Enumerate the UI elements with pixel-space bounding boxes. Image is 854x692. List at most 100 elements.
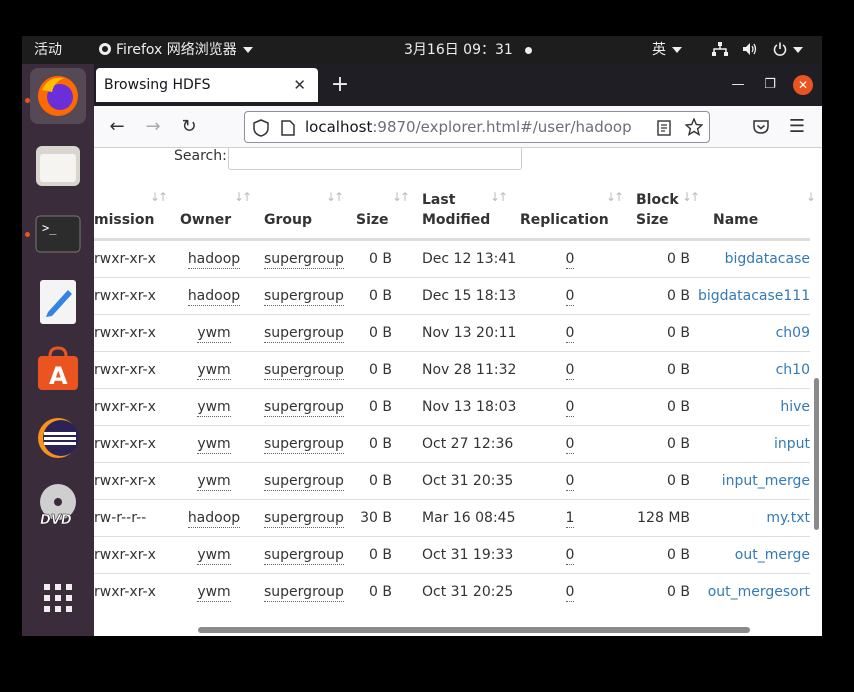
reload-button[interactable]: ↻: [178, 116, 200, 138]
clock-text: 3月16日 09：31: [404, 42, 513, 58]
reader-view-icon[interactable]: [657, 120, 671, 136]
file-name-link[interactable]: bigdatacase111: [698, 288, 810, 304]
file-name-link[interactable]: input_merge: [722, 473, 810, 489]
sort-icon[interactable]: ↓↑: [234, 190, 252, 204]
col-header-size[interactable]: Size: [356, 210, 389, 230]
cell-size: 0 B: [356, 352, 392, 389]
cell-name: input: [698, 426, 810, 463]
power-icon: [773, 42, 787, 56]
col-header-owner[interactable]: Owner: [180, 210, 231, 230]
col-header-block-size-line2[interactable]: Size: [636, 210, 669, 230]
file-name-link[interactable]: ch10: [776, 362, 810, 378]
input-method-menu[interactable]: 英: [652, 36, 682, 64]
new-tab-button[interactable]: +: [328, 64, 352, 106]
cell-modified: Mar 16 08:45: [422, 500, 515, 537]
cell-size: 0 B: [356, 389, 392, 426]
cell-permission: rwxr-xr-x: [94, 574, 156, 611]
replication-text: 0: [565, 436, 575, 454]
cell-owner: ywm: [184, 315, 244, 352]
file-name-link[interactable]: bigdatacase: [725, 251, 810, 267]
cell-size: 0 B: [356, 278, 392, 315]
cell-replication: 0: [560, 315, 580, 352]
table-row: rw-r--r-- hadoop supergroup 30 B Mar 16 …: [94, 499, 810, 536]
permission-text: rwxr-xr-x: [94, 362, 156, 378]
url-bar[interactable]: localhost:9870/explorer.html#/user/hadoo…: [244, 111, 710, 143]
col-header-last-modified-line2[interactable]: Modified: [422, 210, 490, 230]
clock[interactable]: 3月16日 09：31: [404, 36, 513, 64]
dock-eclipse[interactable]: [30, 410, 86, 466]
dock-terminal[interactable]: >_: [30, 206, 86, 262]
sort-icon[interactable]: ↓↑: [150, 190, 168, 204]
cell-owner: hadoop: [184, 278, 244, 315]
cell-modified: Nov 13 20:11: [422, 315, 516, 352]
forward-button[interactable]: →: [142, 116, 164, 138]
sort-icon[interactable]: ↓↑: [682, 190, 700, 204]
cell-name: ch10: [698, 352, 810, 389]
block-size-text: 0 B: [667, 436, 690, 452]
sort-icon[interactable]: ↓↑: [326, 190, 344, 204]
cell-replication: 0: [560, 241, 580, 278]
horizontal-scrollbar[interactable]: [198, 627, 750, 633]
app-menu[interactable]: Firefox 网络浏览器: [98, 36, 253, 64]
file-name-link[interactable]: ch09: [776, 325, 810, 341]
cell-replication: 0: [560, 463, 580, 500]
permission-text: rwxr-xr-x: [94, 436, 156, 452]
file-name-link[interactable]: my.txt: [766, 510, 810, 526]
system-menu[interactable]: [712, 36, 803, 64]
cell-name: hive: [698, 389, 810, 426]
search-input[interactable]: [228, 148, 522, 170]
window-close-button[interactable]: ✕: [793, 75, 813, 95]
bookmark-star-icon[interactable]: [685, 118, 703, 136]
permission-text: rwxr-xr-x: [94, 473, 156, 489]
file-name-link[interactable]: out_mergesort: [708, 584, 810, 600]
permission-text: rwxr-xr-x: [94, 288, 156, 304]
firefox-window: Browsing HDFS ✕ + — ❐ ✕ ← → ↻ localhost:…: [94, 64, 822, 636]
col-header-name[interactable]: Name: [713, 210, 758, 230]
sort-icon[interactable]: ↓↑: [606, 190, 624, 204]
vertical-scrollbar[interactable]: [814, 378, 819, 530]
dock-files[interactable]: [30, 138, 86, 194]
cell-name: out_merge: [698, 537, 810, 574]
cell-name: my.txt: [698, 500, 810, 537]
restore-button[interactable]: ❐: [762, 77, 778, 93]
activities-button[interactable]: 活动: [34, 36, 62, 64]
dock-firefox[interactable]: [30, 68, 86, 124]
col-header-block-size-line1[interactable]: Block: [636, 190, 679, 210]
col-header-last-modified-line1[interactable]: Last: [422, 190, 455, 210]
owner-text: ywm: [197, 399, 231, 417]
replication-text: 0: [565, 399, 575, 417]
col-header-replication[interactable]: Replication: [520, 210, 609, 230]
tab-title: Browsing HDFS: [104, 77, 211, 93]
dock-dvd[interactable]: DVD: [30, 478, 86, 534]
group-text: supergroup: [264, 362, 344, 380]
table-row: rwxr-xr-x ywm supergroup 0 B Oct 31 20:2…: [94, 573, 810, 610]
minimize-button[interactable]: —: [730, 77, 746, 93]
dock-text-editor[interactable]: [30, 274, 86, 330]
col-header-permission[interactable]: mission: [94, 210, 154, 230]
dock-app-grid[interactable]: [30, 570, 86, 626]
dock-software-center[interactable]: A: [30, 342, 86, 398]
app-grid-icon: [44, 584, 72, 612]
sort-icon[interactable]: ↓↑: [490, 190, 508, 204]
file-name-link[interactable]: input: [774, 436, 810, 452]
size-text: 30 B: [360, 510, 392, 526]
modified-text: Nov 13 20:11: [422, 325, 517, 341]
file-name-link[interactable]: out_merge: [735, 547, 810, 563]
cell-group: supergroup: [264, 574, 344, 611]
col-header-group[interactable]: Group: [264, 210, 312, 230]
cell-size: 0 B: [356, 241, 392, 278]
group-text: supergroup: [264, 473, 344, 491]
back-button[interactable]: ←: [106, 116, 128, 138]
volume-icon: [743, 43, 757, 55]
pocket-icon[interactable]: [752, 118, 770, 136]
file-name-link[interactable]: hive: [780, 399, 810, 415]
replication-text: 0: [565, 251, 575, 269]
sort-icon[interactable]: ↓: [806, 190, 816, 204]
tab-browsing-hdfs[interactable]: Browsing HDFS ✕: [96, 68, 318, 102]
table-row: rwxr-xr-x hadoop supergroup 0 B Dec 15 1…: [94, 277, 810, 314]
tab-close-icon[interactable]: ✕: [293, 68, 306, 102]
block-size-text: 0 B: [667, 325, 690, 341]
sort-icon[interactable]: ↓↑: [392, 190, 410, 204]
hamburger-menu-icon[interactable]: ☰: [786, 116, 808, 138]
cell-block-size: 0 B: [634, 537, 690, 574]
